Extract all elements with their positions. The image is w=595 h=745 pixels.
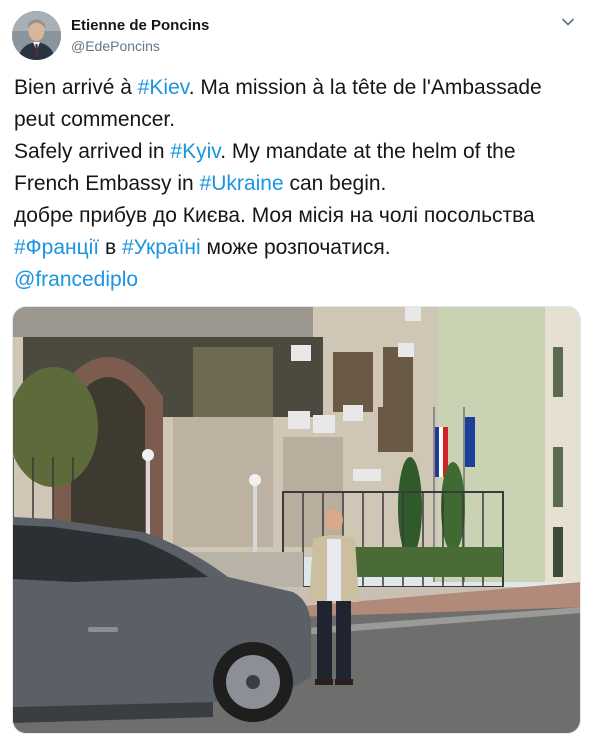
- mention-link[interactable]: @francediplo: [14, 268, 138, 291]
- tweet-text-line: добре прибув до Києва. Моя місія на чолі…: [14, 200, 584, 232]
- tweet-text-line: Bien arrivé à #Kiev. Ma mission à la têt…: [14, 72, 584, 104]
- tweet-text-segment: French Embassy in: [14, 172, 200, 195]
- tweet-text-segment: в: [99, 236, 122, 259]
- avatar[interactable]: [12, 11, 61, 60]
- hashtag-link[interactable]: #Kiev: [138, 76, 189, 99]
- tweet-text-segment: Safely arrived in: [14, 140, 171, 163]
- tweet-photo[interactable]: [12, 306, 581, 734]
- author-names: Etienne de Poncins @EdePoncins: [71, 16, 209, 56]
- chevron-down-icon: [561, 15, 575, 34]
- tweet-text-segment: peut commencer.: [14, 108, 176, 131]
- tweet-text-line: peut commencer.: [14, 104, 584, 136]
- tweet-text-segment: добре прибув до Києва. Моя місія на чолі…: [14, 204, 535, 227]
- display-name[interactable]: Etienne de Poncins: [71, 16, 209, 36]
- tweet-header: Etienne de Poncins @EdePoncins: [12, 11, 583, 61]
- tweet-text-line: Safely arrived in #Kyiv. My mandate at t…: [14, 136, 584, 168]
- tweet-text-line: #Франції в #Україні може розпочатися.: [14, 232, 584, 264]
- tweet-text: Bien arrivé à #Kiev. Ma mission à la têt…: [14, 72, 584, 296]
- hashtag-link[interactable]: #Україні: [122, 236, 201, 259]
- tweet-menu-button[interactable]: [559, 15, 577, 33]
- tweet-text-segment: . My mandate at the helm of the: [220, 140, 516, 163]
- tweet-text-segment: . Ma mission à la tête de l'Ambassade: [188, 76, 542, 99]
- hashtag-link[interactable]: #Франції: [14, 236, 99, 259]
- hashtag-link[interactable]: #Kyiv: [170, 140, 220, 163]
- tweet-text-segment: Bien arrivé à: [14, 76, 138, 99]
- tweet-text-segment: can begin.: [283, 172, 387, 195]
- user-handle[interactable]: @EdePoncins: [71, 36, 209, 56]
- tweet-text-line: French Embassy in #Ukraine can begin.: [14, 168, 584, 200]
- hashtag-link[interactable]: #Ukraine: [200, 172, 284, 195]
- tweet-text-segment: може розпочатися.: [200, 236, 391, 259]
- tweet-text-line: @francediplo: [14, 264, 584, 296]
